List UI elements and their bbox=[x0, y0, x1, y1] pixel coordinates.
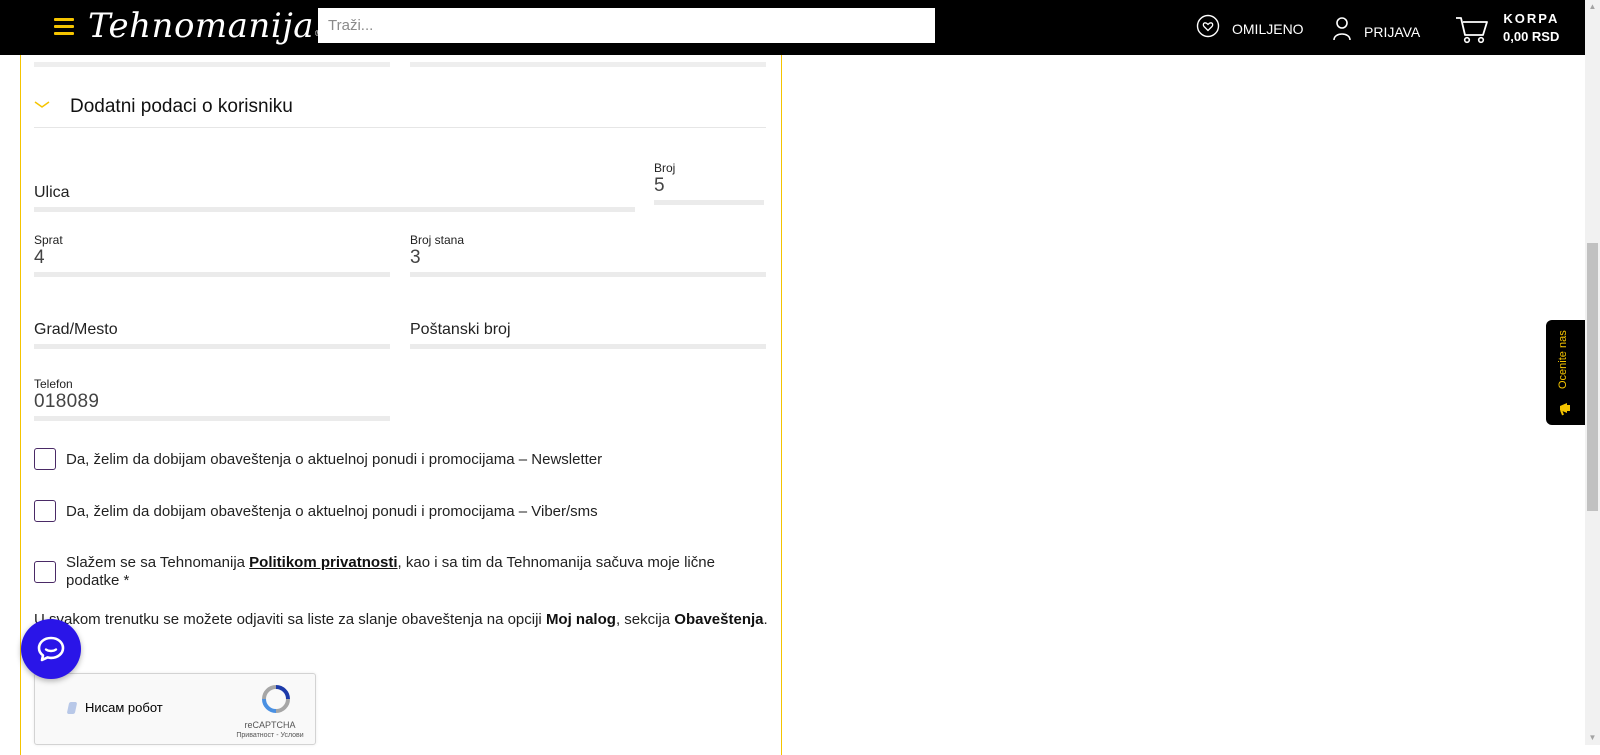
recaptcha-brand: reCAPTCHA bbox=[244, 720, 296, 730]
section-header[interactable]: Dodatni podaci o korisniku bbox=[34, 95, 766, 128]
viber-checkbox[interactable] bbox=[34, 500, 56, 522]
top-header: Tehnomanija® OMILJENO PRIJAVA KORPA 0,00… bbox=[0, 0, 1585, 55]
viber-label: Da, želim da dobijam obaveštenja o aktue… bbox=[66, 502, 598, 520]
rate-us-label: Ocenite nas bbox=[1557, 330, 1569, 389]
chat-widget-button[interactable] bbox=[21, 619, 81, 679]
rate-us-tab[interactable]: Ocenite nas bbox=[1546, 320, 1585, 425]
field-underline bbox=[410, 344, 766, 349]
newsletter-option[interactable]: Da, želim da dobijam obaveštenja o aktue… bbox=[34, 448, 602, 470]
recaptcha-widget[interactable]: Нисам робот reCAPTCHA Приватност - Услов… bbox=[34, 673, 316, 745]
phone-value: 018089 bbox=[34, 391, 100, 412]
recaptcha-logo-icon bbox=[262, 685, 290, 713]
logo-text: Tehnomanija bbox=[88, 6, 315, 46]
city-field[interactable]: Grad/Mesto bbox=[34, 305, 390, 349]
favorites-link[interactable]: OMILJENO bbox=[1196, 14, 1304, 38]
house-number-label: Broj bbox=[654, 161, 676, 175]
recaptcha-label: Нисам робот bbox=[85, 700, 163, 715]
scroll-down-arrow[interactable]: ▼ bbox=[1585, 731, 1600, 745]
postal-code-field[interactable]: Poštanski broj bbox=[410, 305, 766, 349]
page-scrollbar[interactable]: ▲ ▼ bbox=[1585, 0, 1600, 745]
privacy-consent-option[interactable]: Slažem se sa Tehnomanija Politikom priva… bbox=[34, 554, 754, 590]
privacy-consent-checkbox[interactable] bbox=[34, 561, 56, 583]
floor-label: Sprat bbox=[34, 233, 63, 247]
house-number-field[interactable]: Broj 5 bbox=[654, 161, 764, 205]
house-number-value: 5 bbox=[654, 175, 665, 196]
chat-icon bbox=[37, 636, 65, 662]
phone-field[interactable]: Telefon 018089 bbox=[34, 377, 390, 421]
apartment-value: 3 bbox=[410, 247, 421, 268]
cart-total: 0,00 RSD bbox=[1503, 29, 1560, 44]
cart-label: KORPA bbox=[1503, 11, 1560, 26]
field-underline bbox=[34, 62, 390, 67]
unsubscribe-note: U svakom trenutku se možete odjaviti sa … bbox=[34, 611, 768, 628]
floor-value: 4 bbox=[34, 247, 45, 268]
newsletter-checkbox[interactable] bbox=[34, 448, 56, 470]
field-underline bbox=[34, 344, 390, 349]
heart-icon bbox=[1196, 14, 1220, 38]
phone-label: Telefon bbox=[34, 377, 73, 391]
privacy-consent-label: Slažem se sa Tehnomanija Politikom priva… bbox=[66, 554, 715, 589]
newsletter-label: Da, želim da dobijam obaveštenja o aktue… bbox=[66, 450, 603, 468]
field-underline bbox=[654, 200, 764, 205]
cart-link[interactable]: KORPA 0,00 RSD bbox=[1455, 11, 1559, 45]
login-link[interactable]: PRIJAVA bbox=[1332, 16, 1420, 42]
field-underline bbox=[410, 62, 766, 67]
city-placeholder: Grad/Mesto bbox=[34, 321, 118, 338]
postal-code-placeholder: Poštanski broj bbox=[410, 321, 511, 338]
field-underline bbox=[34, 272, 390, 277]
scroll-thumb[interactable] bbox=[1587, 243, 1598, 511]
street-placeholder: Ulica bbox=[34, 184, 70, 201]
street-field[interactable]: Ulica bbox=[34, 168, 635, 212]
field-underline bbox=[34, 416, 390, 421]
apartment-label: Broj stana bbox=[410, 233, 465, 247]
chevron-down-icon[interactable] bbox=[34, 99, 50, 111]
scroll-up-arrow[interactable]: ▲ bbox=[1585, 0, 1600, 14]
field-underline bbox=[34, 207, 635, 212]
cart-icon bbox=[1456, 17, 1488, 44]
search-input[interactable] bbox=[318, 8, 935, 43]
login-label: PRIJAVA bbox=[1364, 24, 1421, 40]
privacy-policy-link[interactable]: Politikom privatnosti bbox=[249, 554, 397, 571]
field-underline bbox=[410, 272, 766, 277]
site-logo[interactable]: Tehnomanija® bbox=[88, 4, 323, 48]
my-account-text: Moj nalog bbox=[545, 611, 616, 628]
floor-field[interactable]: Sprat 4 bbox=[34, 233, 390, 277]
megaphone-icon bbox=[1560, 403, 1570, 416]
favorites-label: OMILJENO bbox=[1232, 21, 1304, 37]
apartment-field[interactable]: Broj stana 3 bbox=[410, 233, 766, 277]
recaptcha-checkbox[interactable] bbox=[66, 702, 78, 714]
user-icon bbox=[1333, 17, 1351, 41]
recaptcha-terms[interactable]: Приватност - Услови bbox=[225, 732, 315, 739]
viber-option[interactable]: Da, želim da dobijam obaveštenja o aktue… bbox=[34, 500, 598, 522]
hamburger-icon[interactable] bbox=[54, 18, 74, 36]
section-title: Dodatni podaci o korisniku bbox=[70, 96, 293, 117]
notifications-section-text: Obaveštenja bbox=[674, 611, 764, 628]
